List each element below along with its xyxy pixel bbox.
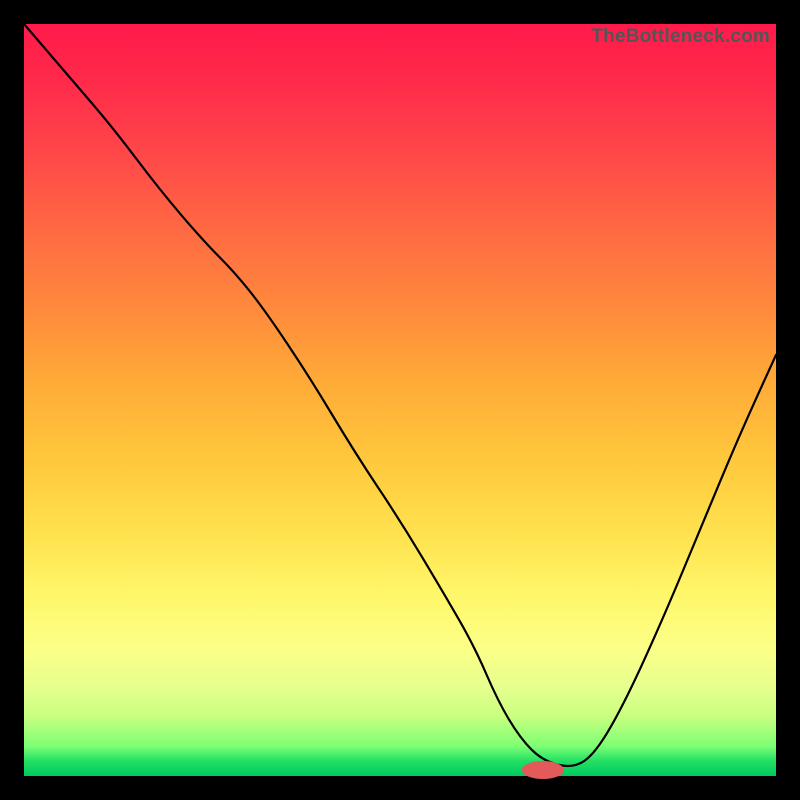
bottleneck-curve [24, 24, 776, 776]
plot-area: TheBottleneck.com [24, 24, 776, 776]
curve-path [24, 24, 776, 766]
chart-frame: TheBottleneck.com [0, 0, 800, 800]
optimum-marker [522, 761, 564, 779]
